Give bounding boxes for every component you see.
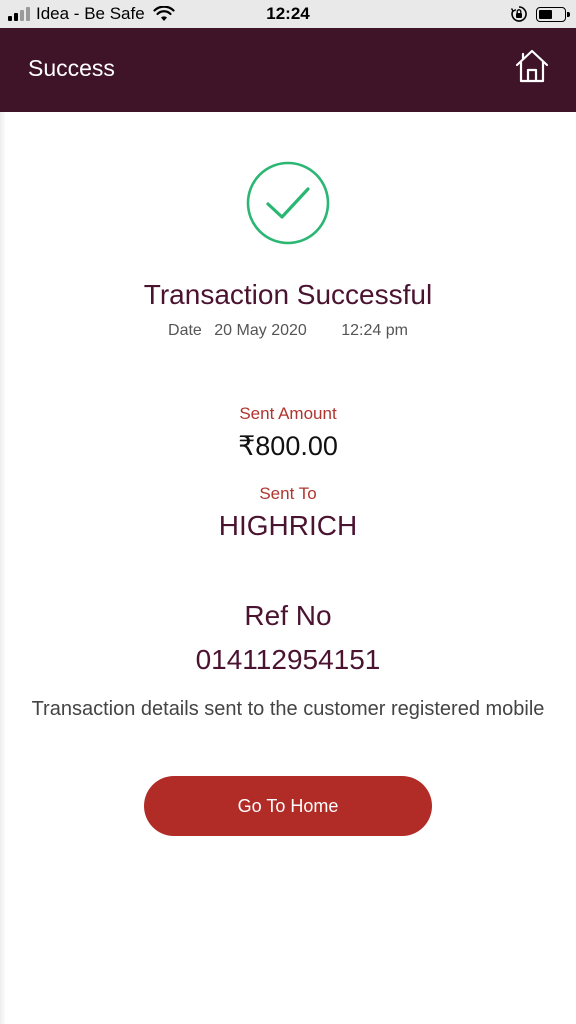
rotation-lock-icon [510, 6, 527, 22]
battery-icon [536, 6, 570, 22]
home-icon[interactable] [514, 48, 550, 84]
transaction-date-row: Date 20 May 2020 12:24 pm [0, 321, 576, 341]
date-label: Date [168, 322, 202, 339]
sent-to-label: Sent To [259, 484, 317, 503]
sent-to-value: HIGHRICH [218, 510, 358, 541]
status-right [510, 4, 570, 24]
success-content: Transaction Successful Date 20 May 2020 … [0, 112, 576, 1024]
ref-no-value: 014112954151 [195, 644, 381, 675]
time-value: 12:24 pm [341, 322, 408, 339]
sent-amount-label: Sent Amount [239, 404, 337, 423]
sent-amount-value: ₹800.00 [238, 431, 338, 461]
check-circle-icon [246, 161, 330, 245]
transaction-note: Transaction details sent to the customer… [31, 698, 545, 720]
app-header: Success [0, 28, 576, 112]
page-title: Success [28, 55, 115, 81]
status-time: 12:24 [266, 4, 310, 23]
date-value: 20 May 2020 [214, 322, 307, 339]
go-to-home-button[interactable]: Go To Home [144, 776, 432, 836]
transaction-status-title: Transaction Successful [143, 279, 433, 310]
ref-no-label: Ref No [244, 600, 332, 631]
status-bar: Idea - Be Safe 12:24 [0, 0, 576, 28]
